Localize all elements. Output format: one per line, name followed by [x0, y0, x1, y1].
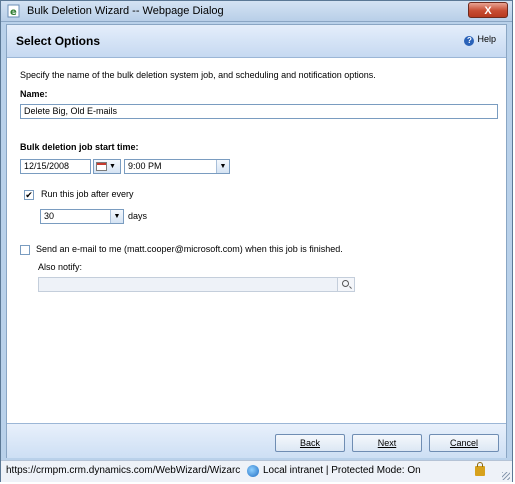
- status-bar: https://crmpm.crm.dynamics.com/WebWizard…: [1, 460, 512, 482]
- recur-interval-select[interactable]: 30 ▼: [40, 209, 124, 224]
- cancel-button[interactable]: Cancel: [429, 434, 499, 452]
- date-picker-button[interactable]: ▼: [93, 159, 121, 174]
- intro-text: Specify the name of the bulk deletion sy…: [20, 70, 376, 80]
- email-checkbox[interactable]: [20, 245, 30, 255]
- back-button[interactable]: Back: [275, 434, 345, 452]
- also-notify-label: Also notify:: [38, 262, 83, 272]
- also-notify-input[interactable]: [38, 277, 355, 292]
- start-time-label: Bulk deletion job start time:: [20, 142, 139, 152]
- start-date-input[interactable]: 12/15/2008: [20, 159, 91, 174]
- dialog-content: Select Options ? Help Specify the name of…: [6, 24, 507, 458]
- chevron-down-icon: ▼: [109, 163, 116, 170]
- lookup-button[interactable]: [337, 278, 354, 291]
- title-bar: e Bulk Deletion Wizard -- Webpage Dialog…: [1, 1, 512, 22]
- security-zone: Local intranet | Protected Mode: On: [263, 465, 421, 476]
- status-url: https://crmpm.crm.dynamics.com/WebWizard…: [6, 465, 241, 476]
- resize-grip[interactable]: [502, 472, 510, 480]
- email-label: Send an e-mail to me (matt.cooper@micros…: [36, 244, 343, 254]
- wizard-footer: Back Next Cancel: [7, 423, 506, 458]
- next-button-label: Next: [377, 438, 397, 448]
- close-button[interactable]: X: [468, 2, 508, 18]
- recur-interval-value: 30: [44, 211, 55, 221]
- globe-icon: [247, 465, 259, 477]
- page-title: Select Options: [16, 34, 101, 48]
- help-link[interactable]: ? Help: [464, 34, 496, 46]
- recur-checkbox[interactable]: ✔: [24, 190, 34, 200]
- next-button[interactable]: Next: [352, 434, 422, 452]
- cancel-button-label: Cancel: [449, 438, 478, 448]
- start-time-select[interactable]: 9:00 PM ▼: [124, 159, 230, 174]
- magnifier-icon: [342, 280, 349, 287]
- help-icon: ?: [464, 36, 475, 46]
- recur-label: Run this job after every: [41, 189, 134, 199]
- svg-text:e: e: [10, 7, 17, 18]
- chevron-down-icon: ▼: [110, 210, 123, 223]
- calendar-icon: [96, 162, 107, 171]
- recur-unit-label: days: [128, 211, 148, 221]
- help-label: Help: [477, 34, 496, 44]
- back-button-label: Back: [299, 438, 320, 448]
- window-title: Bulk Deletion Wizard -- Webpage Dialog: [27, 5, 224, 17]
- chevron-down-icon: ▼: [216, 160, 229, 173]
- dialog-window: e Bulk Deletion Wizard -- Webpage Dialog…: [0, 0, 513, 482]
- lock-icon: [475, 462, 485, 476]
- ie-page-icon: e: [7, 4, 20, 18]
- name-input[interactable]: Delete Big, Old E-mails: [20, 104, 498, 119]
- name-label: Name:: [20, 89, 48, 99]
- start-time-value: 9:00 PM: [128, 161, 162, 171]
- wizard-header: Select Options ? Help: [7, 25, 506, 58]
